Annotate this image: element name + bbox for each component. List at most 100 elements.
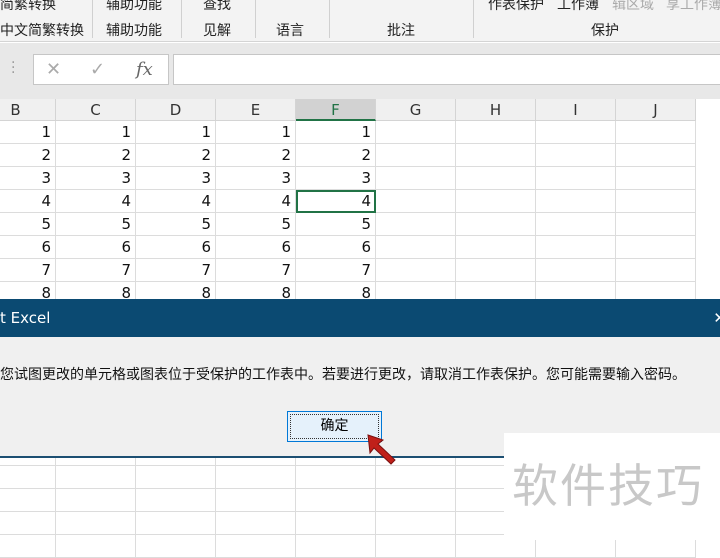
cell[interactable] [136, 512, 216, 535]
cell[interactable] [536, 121, 616, 144]
ribbon-share-workbook[interactable]: 享工作簿 [666, 0, 720, 14]
cell[interactable]: 4 [0, 190, 56, 213]
cell[interactable]: 2 [216, 144, 296, 167]
cell[interactable] [296, 466, 376, 489]
cell[interactable] [376, 236, 456, 259]
cell[interactable]: 3 [216, 167, 296, 190]
cell[interactable] [216, 512, 296, 535]
cell[interactable] [376, 213, 456, 236]
cell[interactable] [616, 213, 696, 236]
cell[interactable]: 6 [136, 236, 216, 259]
cell[interactable]: 3 [136, 167, 216, 190]
cell[interactable] [376, 466, 456, 489]
cell[interactable] [456, 121, 536, 144]
column-header-B[interactable]: B [0, 99, 56, 121]
cell[interactable] [376, 190, 456, 213]
cell[interactable] [216, 466, 296, 489]
cell[interactable] [456, 190, 536, 213]
cell[interactable]: 2 [56, 144, 136, 167]
ribbon-allow-edit-ranges[interactable]: 辑区域 [612, 0, 654, 14]
cell[interactable]: 2 [0, 144, 56, 167]
cell[interactable] [56, 512, 136, 535]
cell[interactable] [296, 512, 376, 535]
cell[interactable] [296, 489, 376, 512]
cell[interactable]: 4 [216, 190, 296, 213]
cell[interactable]: 2 [136, 144, 216, 167]
cell[interactable] [456, 236, 536, 259]
cell[interactable] [616, 259, 696, 282]
cell[interactable] [536, 167, 616, 190]
cell[interactable] [136, 466, 216, 489]
enter-icon[interactable]: ✓ [90, 59, 105, 80]
cell[interactable]: 1 [0, 121, 56, 144]
column-header-I[interactable]: I [536, 99, 616, 121]
cell[interactable]: 1 [56, 121, 136, 144]
cell[interactable] [0, 489, 56, 512]
cell[interactable] [536, 144, 616, 167]
cell[interactable] [136, 535, 216, 558]
column-header-E[interactable]: E [216, 99, 296, 121]
column-header-D[interactable]: D [136, 99, 216, 121]
cell[interactable] [616, 190, 696, 213]
cell[interactable]: 1 [296, 121, 376, 144]
cell[interactable]: 6 [56, 236, 136, 259]
cell[interactable] [616, 236, 696, 259]
cell[interactable]: 7 [0, 259, 56, 282]
cell[interactable]: 2 [296, 144, 376, 167]
cell[interactable] [376, 144, 456, 167]
cell[interactable]: 4 [296, 190, 376, 213]
cell[interactable]: 5 [216, 213, 296, 236]
cell[interactable]: 5 [56, 213, 136, 236]
cell[interactable]: 5 [0, 213, 56, 236]
cell[interactable] [616, 144, 696, 167]
cell[interactable]: 3 [56, 167, 136, 190]
cell[interactable]: 7 [136, 259, 216, 282]
column-header-G[interactable]: G [376, 99, 456, 121]
cell[interactable]: 3 [296, 167, 376, 190]
cell[interactable] [216, 489, 296, 512]
cell[interactable]: 6 [216, 236, 296, 259]
cell[interactable] [456, 259, 536, 282]
ribbon-protect-workbook[interactable]: 工作簿 [557, 0, 599, 14]
formula-input[interactable] [173, 54, 720, 85]
cell[interactable] [536, 190, 616, 213]
cell[interactable] [136, 489, 216, 512]
cell[interactable]: 5 [296, 213, 376, 236]
grip-icon[interactable]: · · · [11, 56, 15, 80]
cell[interactable]: 5 [136, 213, 216, 236]
cell[interactable] [376, 535, 456, 558]
cell[interactable]: 6 [296, 236, 376, 259]
cell[interactable]: 1 [136, 121, 216, 144]
ribbon-protect-sheet[interactable]: 作表保护 [488, 0, 544, 14]
cell[interactable] [616, 121, 696, 144]
cell[interactable] [56, 466, 136, 489]
cancel-icon[interactable]: ✕ [46, 59, 61, 80]
cell[interactable] [56, 489, 136, 512]
close-icon[interactable]: ✕ [713, 299, 720, 337]
cell[interactable] [456, 167, 536, 190]
cell[interactable] [536, 259, 616, 282]
cell[interactable] [536, 213, 616, 236]
cell[interactable] [296, 535, 376, 558]
ribbon-lookup[interactable]: 查找 [203, 0, 231, 14]
cell[interactable] [0, 512, 56, 535]
cell[interactable] [376, 259, 456, 282]
cell[interactable] [456, 213, 536, 236]
cell[interactable]: 4 [136, 190, 216, 213]
cell[interactable]: 4 [56, 190, 136, 213]
ribbon-simplified-convert[interactable]: 简繁转换 [0, 0, 56, 14]
cell[interactable] [216, 535, 296, 558]
cell[interactable] [56, 535, 136, 558]
column-header-C[interactable]: C [56, 99, 136, 121]
cell[interactable]: 7 [56, 259, 136, 282]
cell[interactable]: 1 [216, 121, 296, 144]
cell[interactable] [536, 236, 616, 259]
cell[interactable] [376, 489, 456, 512]
insert-function-icon[interactable]: fx [136, 59, 153, 80]
column-header-J[interactable]: J [616, 99, 696, 121]
cell[interactable] [376, 512, 456, 535]
cell[interactable]: 7 [216, 259, 296, 282]
column-header-F[interactable]: F [296, 99, 376, 121]
cell[interactable] [0, 535, 56, 558]
cell[interactable] [0, 466, 56, 489]
